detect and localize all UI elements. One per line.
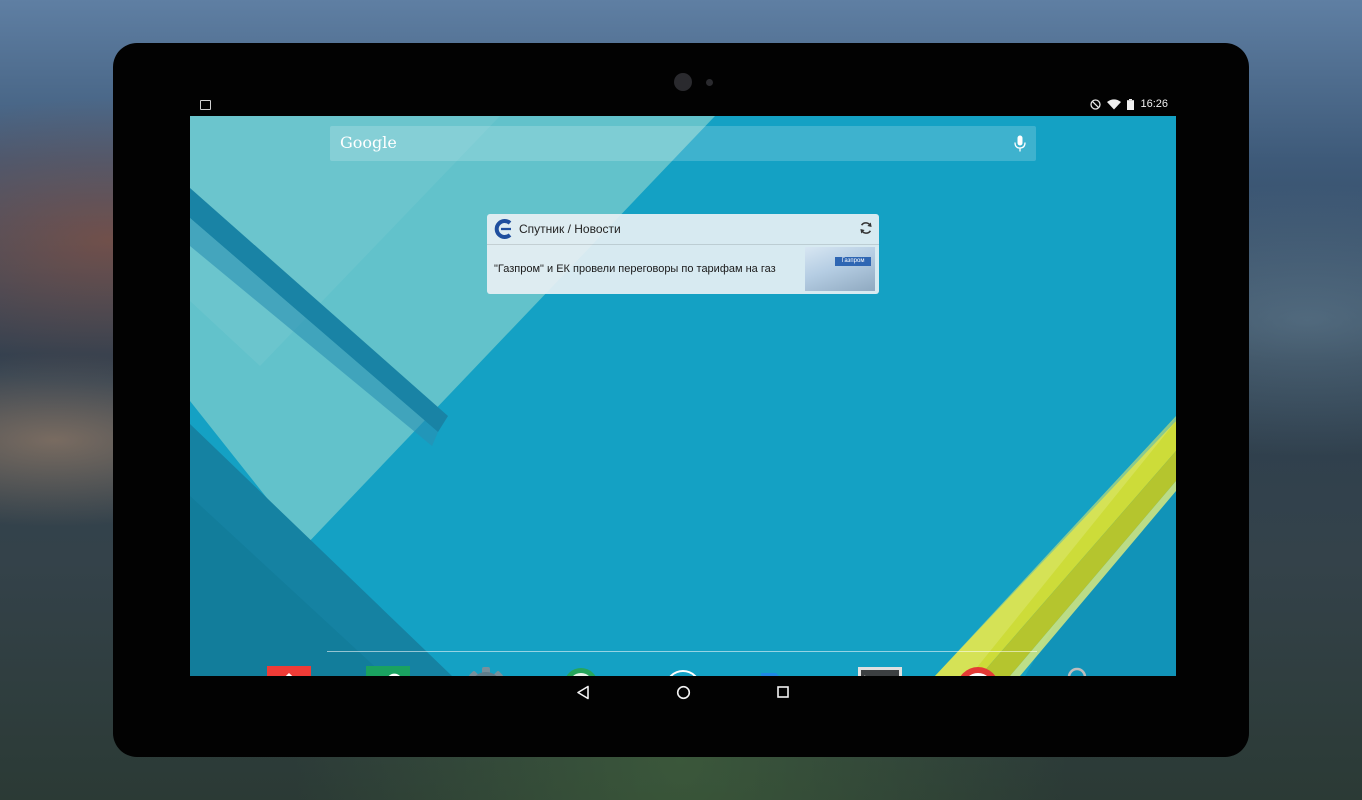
news-widget[interactable]: Спутник / Новости "Газпром" и ЕК провели… — [487, 214, 879, 294]
android-terminal-icon[interactable]: >_ — [857, 665, 903, 676]
navigation-bar — [190, 676, 1176, 712]
recents-icon[interactable] — [776, 685, 790, 699]
settings-gear-icon[interactable] — [463, 665, 509, 676]
wifi-icon — [1107, 98, 1122, 109]
app-dock: ES >_ — [190, 661, 1176, 676]
thumbnail-sign: Газпром — [835, 257, 871, 266]
status-bar: 16:26 — [190, 95, 1176, 117]
image-notification-icon — [200, 100, 211, 110]
wallpaper — [190, 116, 1176, 676]
news-widget-header: Спутник / Новости — [487, 214, 879, 245]
front-camera — [674, 73, 692, 91]
status-icons: 16:26 — [1090, 98, 1168, 110]
news-thumbnail[interactable]: Газпром — [805, 247, 875, 291]
home-app-icon[interactable] — [266, 665, 312, 676]
all-apps-icon[interactable] — [660, 665, 706, 676]
status-clock: 16:26 — [1140, 98, 1168, 110]
google-logo: Google — [340, 133, 397, 152]
microphone-icon[interactable] — [1014, 135, 1026, 152]
light-sensor — [706, 79, 713, 86]
back-icon[interactable] — [576, 685, 590, 700]
link-app-icon[interactable] — [365, 665, 411, 676]
google-search-bar[interactable]: Google — [330, 126, 1036, 161]
news-widget-title: Спутник / Новости — [519, 222, 621, 236]
eye-search-app-icon[interactable] — [561, 665, 607, 676]
dock-divider — [327, 651, 1037, 652]
news-headline[interactable]: "Газпром" и ЕК провели переговоры по тар… — [494, 263, 776, 275]
es-file-explorer-icon[interactable]: ES — [758, 665, 804, 676]
battery-icon — [1127, 98, 1135, 110]
refresh-icon[interactable] — [859, 221, 873, 235]
play-store-icon[interactable] — [1054, 665, 1100, 676]
sputnik-logo-icon — [494, 219, 512, 239]
tablet-frame: 16:26 Google Спутник / Новости "Газпром"… — [113, 43, 1249, 757]
do-not-disturb-icon — [1090, 98, 1102, 110]
record-app-icon[interactable] — [955, 665, 1001, 676]
home-icon[interactable] — [676, 685, 691, 700]
home-screen: Google Спутник / Новости "Газпром" и ЕК … — [190, 116, 1176, 676]
